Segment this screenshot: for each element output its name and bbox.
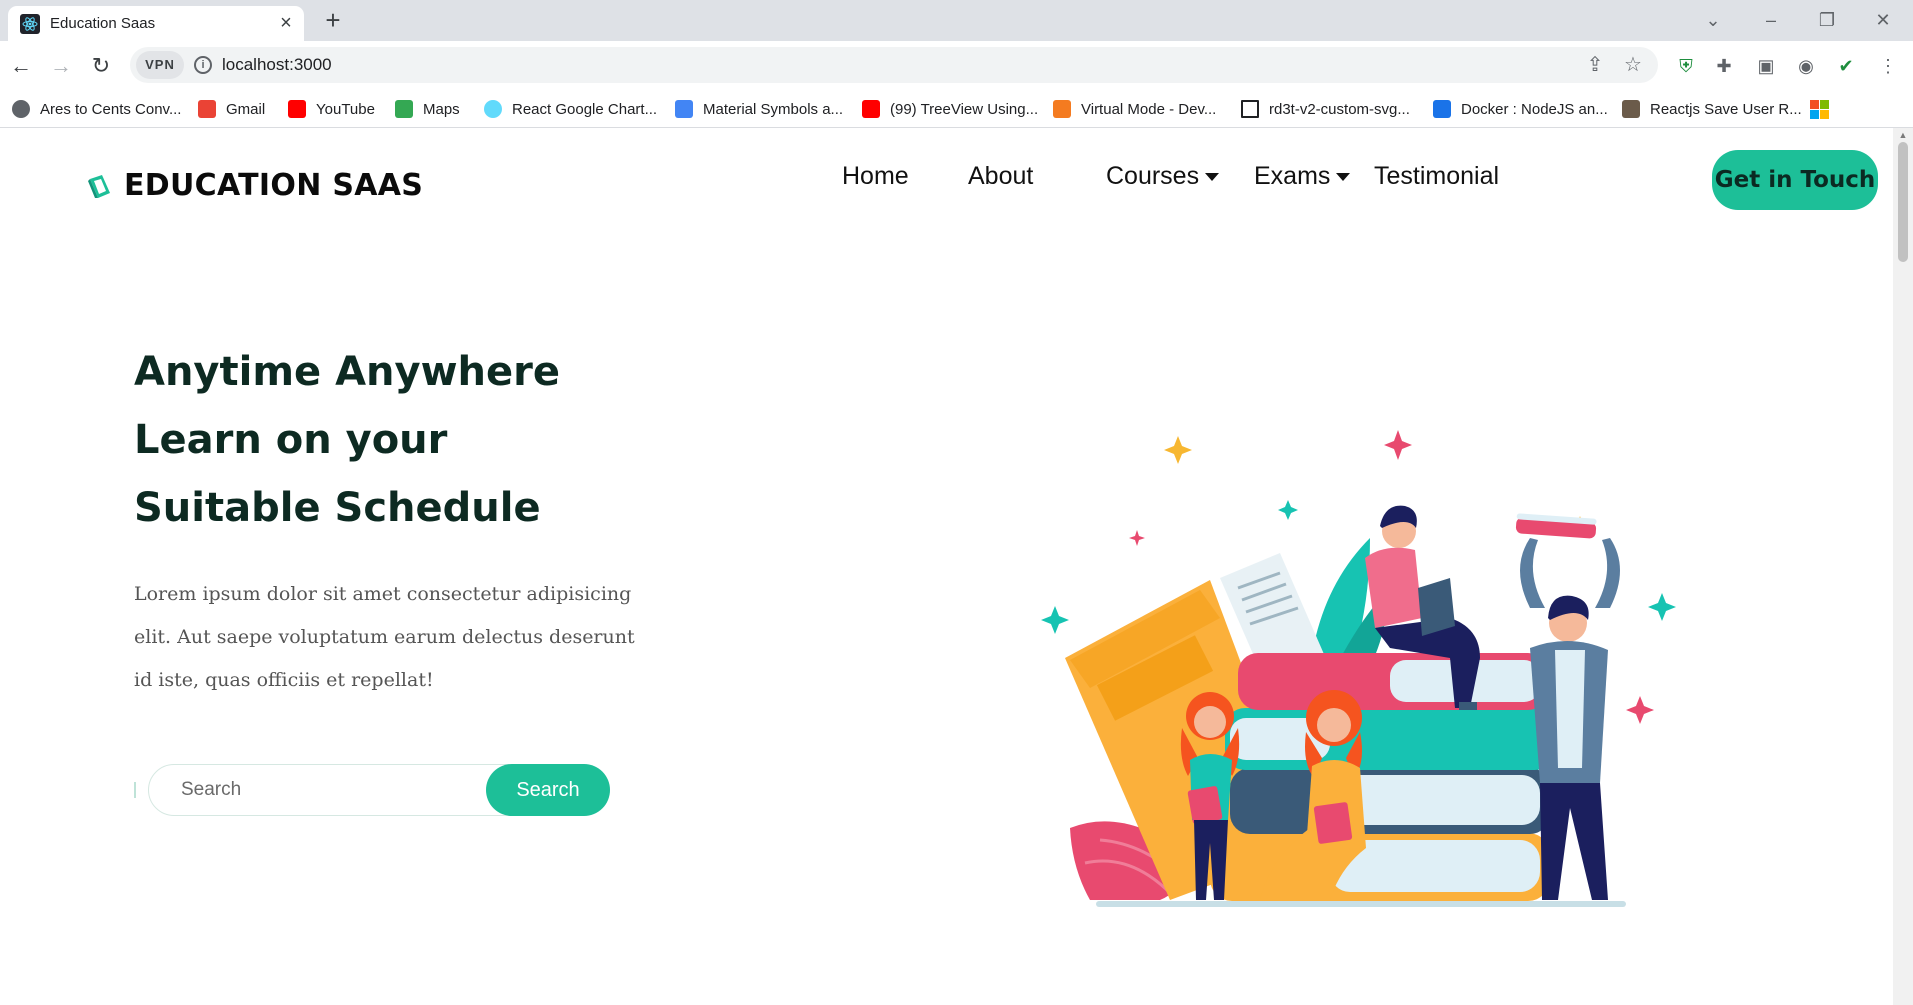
nav-testimonial[interactable]: Testimonial — [1374, 162, 1499, 191]
bookmark-item[interactable]: (99) TreeView Using... — [862, 97, 1038, 121]
book-stack-illustration — [1210, 653, 1555, 901]
nav-label: Home — [842, 162, 909, 190]
nav-home[interactable]: Home — [842, 162, 909, 191]
bookmarks-bar: Ares to Cents Conv... Gmail YouTube Maps… — [0, 90, 1913, 128]
bookmark-item[interactable] — [1810, 97, 1829, 121]
bookmark-item[interactable]: Ares to Cents Conv... — [12, 97, 181, 121]
youtube-icon — [862, 100, 880, 118]
bookmark-label: (99) TreeView Using... — [890, 100, 1039, 118]
bookmark-label: Maps — [423, 100, 460, 118]
address-bar[interactable]: VPN i localhost:3000 ⇪ ☆ — [130, 47, 1658, 83]
menu-kebab-icon[interactable]: ⋮ — [1876, 54, 1900, 78]
tab-title: Education Saas — [50, 15, 156, 32]
material-icon — [675, 100, 693, 118]
web-page: EDUCATION SAAS Home About Courses Exams … — [0, 128, 1893, 1005]
bookmark-label: rd3t-v2-custom-svg... — [1269, 100, 1410, 118]
search-bar: Search — [134, 764, 610, 816]
bookmark-label: YouTube — [316, 100, 375, 118]
minimize-icon[interactable]: – — [1748, 4, 1794, 36]
bookmark-label: Docker : NodeJS an... — [1461, 100, 1608, 118]
forward-icon[interactable]: → — [44, 49, 78, 83]
globe-icon — [12, 100, 30, 118]
nav-courses[interactable]: Courses — [1106, 162, 1220, 191]
site-info-icon[interactable]: i — [194, 56, 212, 74]
search-button[interactable]: Search — [486, 764, 610, 816]
brand-logo[interactable]: EDUCATION SAAS — [84, 168, 423, 203]
nav-label: Exams — [1254, 162, 1331, 190]
browser-toolbar: ← → ↻ VPN i localhost:3000 ⇪ ☆ ⛨ ✚ ▣ ◉ ✔… — [0, 41, 1913, 90]
bookmark-label: Ares to Cents Conv... — [40, 100, 182, 118]
hero-title: Anytime Anywhere Learn on your Suitable … — [134, 338, 560, 542]
bookmark-item[interactable]: React Google Chart... — [484, 97, 657, 121]
bookmark-item[interactable]: rd3t-v2-custom-svg... — [1241, 97, 1410, 121]
book-logo-icon — [88, 174, 110, 198]
bookmark-item[interactable]: Reactjs Save User R... — [1622, 97, 1802, 121]
hero-title-line: Learn on your — [134, 417, 448, 463]
bookmark-star-icon[interactable]: ☆ — [1620, 52, 1646, 78]
vpn-shield-icon[interactable]: ⛨ — [1674, 54, 1698, 78]
students-reading-illustration — [1041, 430, 1676, 907]
reload-icon[interactable]: ↻ — [84, 49, 118, 83]
bookmark-item[interactable]: Docker : NodeJS an... — [1433, 97, 1608, 121]
nav-about[interactable]: About — [968, 162, 1033, 191]
react-icon — [484, 100, 502, 118]
bookmark-item[interactable]: Maps — [395, 97, 460, 121]
scroll-thumb[interactable] — [1898, 142, 1908, 262]
bookmark-item[interactable]: Gmail — [198, 97, 265, 121]
hero-description: Lorem ipsum dolor sit amet consectetur a… — [134, 583, 635, 691]
restore-icon[interactable]: ❐ — [1804, 4, 1850, 36]
react-favicon-icon — [20, 14, 40, 34]
url-text[interactable]: localhost:3000 — [222, 55, 332, 75]
bookmark-item[interactable]: Virtual Mode - Dev... — [1053, 97, 1216, 121]
browser-tab[interactable]: Education Saas × — [8, 6, 304, 41]
bookmark-label: Gmail — [226, 100, 266, 118]
profile-icon[interactable]: ◉ — [1794, 54, 1818, 78]
youtube-icon — [288, 100, 306, 118]
gmail-icon — [198, 100, 216, 118]
bookmark-label: Virtual Mode - Dev... — [1081, 100, 1217, 118]
vpn-badge[interactable]: VPN — [136, 51, 184, 79]
caret-down-icon — [1336, 172, 1351, 181]
share-icon[interactable]: ⇪ — [1582, 52, 1608, 78]
back-icon[interactable]: ← — [4, 49, 38, 83]
nav-label: Courses — [1106, 162, 1200, 190]
new-tab-icon[interactable]: + — [318, 6, 348, 36]
close-window-icon[interactable]: ✕ — [1860, 4, 1906, 36]
side-panel-icon[interactable]: ▣ — [1754, 54, 1778, 78]
scroll-up-icon[interactable]: ▲ — [1898, 130, 1908, 140]
maps-icon — [395, 100, 413, 118]
bookmark-label: Material Symbols a... — [703, 100, 844, 118]
get-in-touch-button[interactable]: Get in Touch — [1712, 150, 1878, 210]
hero-title-line: Suitable Schedule — [134, 485, 541, 531]
page-icon — [1241, 100, 1259, 118]
hero-title-line: Anytime Anywhere — [134, 349, 560, 395]
blogger-icon — [1433, 100, 1451, 118]
bookmark-label: Reactjs Save User R... — [1650, 100, 1802, 118]
caret-down-icon — [1205, 172, 1220, 181]
bookmark-label: React Google Chart... — [512, 100, 658, 118]
bookmark-item[interactable]: Material Symbols a... — [675, 97, 843, 121]
nav-label: Testimonial — [1374, 162, 1500, 190]
bookmark-item[interactable]: YouTube — [288, 97, 375, 121]
brand-name: EDUCATION SAAS — [124, 168, 424, 203]
browser-tabstrip: Education Saas × + ⌄ – ❐ ✕ — [0, 0, 1913, 41]
security-check-icon[interactable]: ✔ — [1834, 54, 1858, 78]
tab-close-icon[interactable]: × — [274, 11, 298, 35]
page-scrollbar[interactable]: ▲ — [1893, 128, 1913, 1005]
photo-icon — [1622, 100, 1640, 118]
extensions-icon[interactable]: ✚ — [1712, 54, 1736, 78]
nav-exams[interactable]: Exams — [1254, 162, 1351, 191]
tab-search-icon[interactable]: ⌄ — [1690, 4, 1736, 36]
windows-icon — [1810, 99, 1829, 119]
devexpress-icon — [1053, 100, 1071, 118]
nav-label: About — [968, 162, 1034, 190]
search-divider — [134, 782, 136, 798]
